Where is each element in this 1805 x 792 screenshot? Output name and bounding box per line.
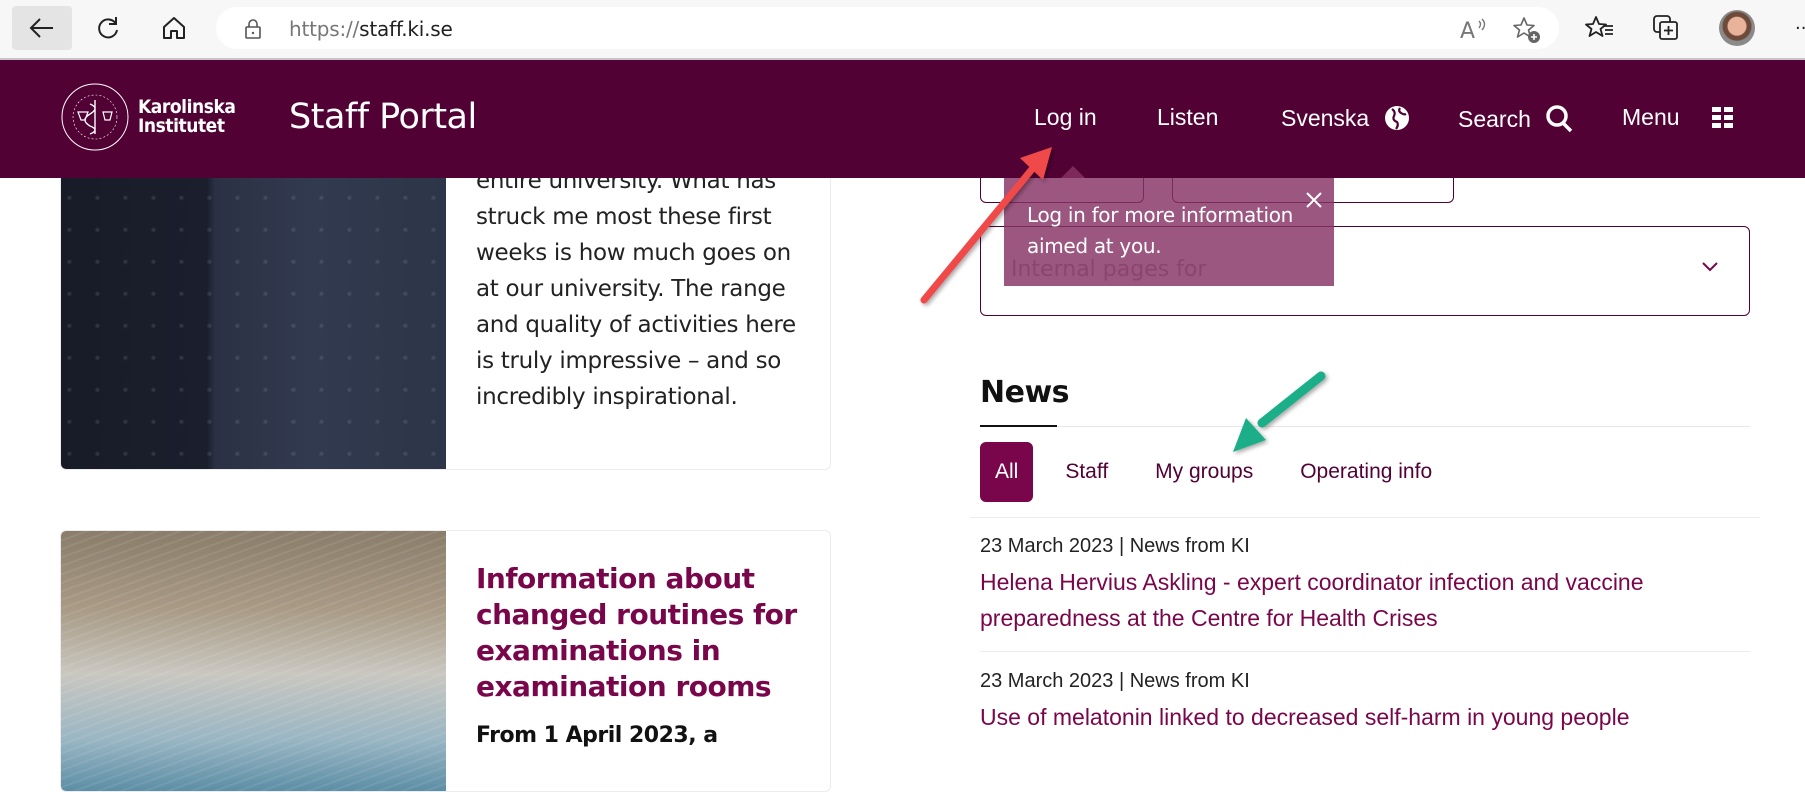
login-button[interactable]: Log in (1034, 104, 1097, 131)
chevron-down-icon (1702, 262, 1718, 272)
news-tabs: All Staff My groups Operating info (980, 442, 1479, 502)
more-icon[interactable]: ·· (1795, 20, 1805, 38)
favorites-icon[interactable] (1585, 15, 1615, 41)
close-icon[interactable] (1304, 190, 1324, 210)
portal-title[interactable]: Staff Portal (289, 97, 477, 137)
article-title[interactable]: Information about changed routines for e… (476, 561, 806, 705)
divider (980, 651, 1750, 652)
back-button[interactable] (12, 6, 72, 50)
article-body: entire university. What has struck me mo… (476, 168, 796, 410)
refresh-icon (98, 17, 118, 39)
profile-avatar[interactable] (1719, 10, 1755, 46)
article-card[interactable]: Information about changed routines for e… (60, 530, 831, 792)
language-button[interactable]: Svenska (1281, 104, 1411, 132)
menu-button[interactable]: Menu (1622, 104, 1734, 131)
globe-icon (1385, 106, 1410, 130)
site-header: Karolinska Institutet Staff Portal Log in… (0, 60, 1805, 178)
news-heading: News (980, 375, 1070, 410)
tab-all[interactable]: All (980, 442, 1034, 502)
menu-grid-icon (1711, 106, 1733, 128)
menu-label: Menu (1622, 104, 1680, 130)
ki-logo[interactable]: Karolinska Institutet (60, 82, 246, 152)
news-meta: 23 March 2023 | News from KI (980, 670, 1250, 692)
listen-button[interactable]: Listen (1157, 104, 1218, 131)
search-icon (1546, 105, 1573, 133)
news-item: 23 March 2023 | News from KI Use of mela… (980, 670, 1740, 735)
home-icon (163, 17, 185, 39)
back-icon (29, 18, 53, 38)
article-lead: From 1 April 2023, a (476, 723, 718, 748)
divider (970, 517, 1760, 518)
tab-staff[interactable]: Staff (1065, 460, 1108, 484)
search-label: Search (1458, 105, 1531, 132)
tab-operating-info[interactable]: Operating info (1300, 460, 1432, 484)
green-arrow-icon (1233, 371, 1326, 452)
ki-seal-icon (61, 83, 129, 151)
news-meta: 23 March 2023 | News from KI (980, 535, 1250, 557)
news-heading-underline (980, 425, 1057, 427)
collections-icon[interactable] (1652, 14, 1682, 42)
refresh-button[interactable] (78, 6, 138, 50)
url-text[interactable]: https://staff.ki.se (289, 17, 453, 41)
article-photo (61, 531, 446, 791)
read-aloud-icon[interactable]: A (1460, 16, 1490, 42)
search-button[interactable]: Search (1458, 104, 1575, 134)
address-bar[interactable]: https://staff.ki.se A (216, 7, 1559, 49)
divider (1057, 426, 1750, 427)
login-label: Log in (1034, 104, 1097, 130)
home-button[interactable] (144, 6, 204, 50)
svg-text:A: A (1460, 19, 1475, 42)
news-headline-link[interactable]: Use of melatonin linked to decreased sel… (980, 699, 1740, 735)
login-tooltip: Log in for more information aimed at you… (1004, 166, 1334, 286)
news-item: 23 March 2023 | News from KI Helena Herv… (980, 535, 1740, 636)
lock-icon (245, 19, 261, 39)
browser-toolbar: https://staff.ki.se A ·· (0, 0, 1805, 60)
listen-label: Listen (1157, 104, 1219, 130)
logo-line2: Institutet (138, 115, 225, 137)
news-headline-link[interactable]: Helena Hervius Askling - expert coordina… (980, 564, 1740, 636)
language-label: Svenska (1281, 104, 1370, 131)
tooltip-message: Log in for more information aimed at you… (1027, 203, 1294, 258)
add-favorite-icon[interactable] (1512, 16, 1542, 44)
tab-my-groups[interactable]: My groups (1155, 460, 1253, 484)
